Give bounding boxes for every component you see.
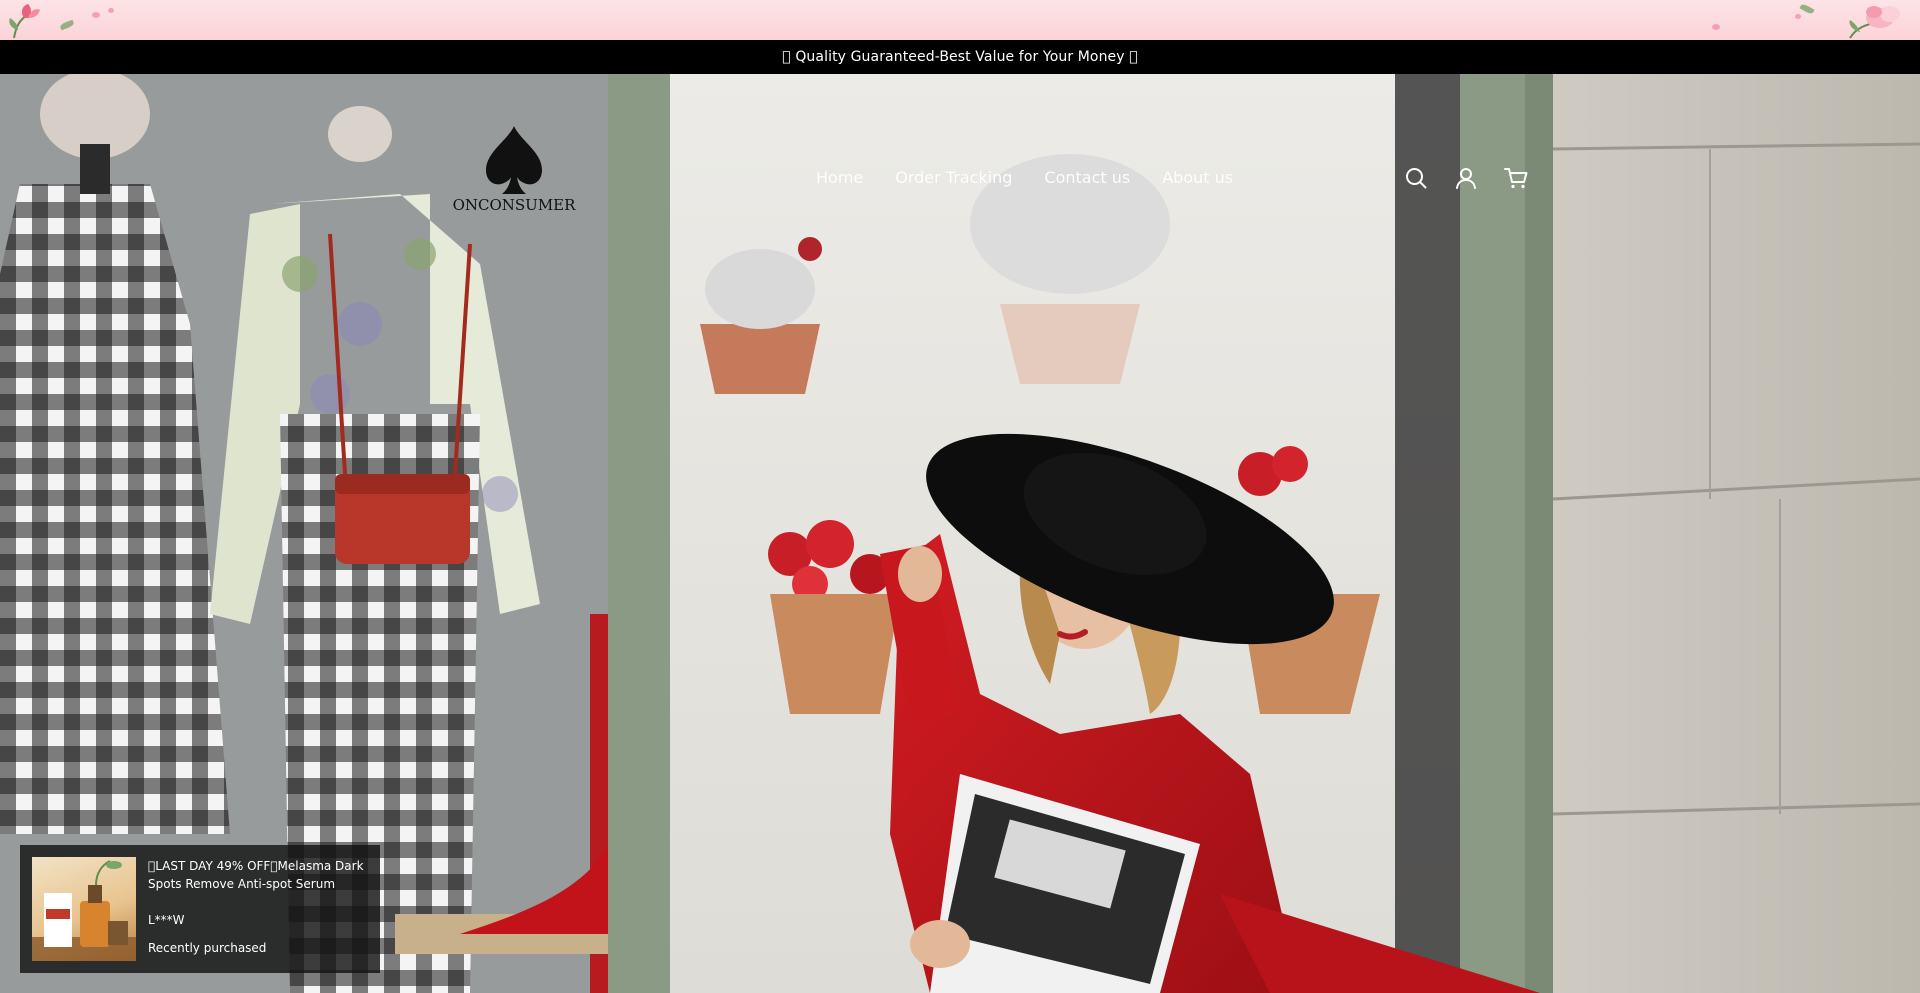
- serum-product-image: [32, 860, 136, 961]
- flower-bouquet-decoration-icon: [1849, 6, 1900, 39]
- announcement-bar:  Quality Guaranteed-Best Value for Your…: [0, 40, 1920, 74]
- announcement-text:  Quality Guaranteed-Best Value for Your…: [782, 49, 1137, 65]
- petal-decoration: [1795, 14, 1801, 19]
- nav-link-order-tracking[interactable]: Order Tracking: [879, 168, 1028, 187]
- floral-promo-strip: [0, 0, 1920, 40]
- header-icons: [1404, 166, 1528, 190]
- petal-decoration: [108, 8, 114, 13]
- spade-logo-icon: [486, 126, 542, 194]
- logo-link[interactable]: ONCONSUMER: [452, 124, 576, 220]
- nav-link-about-us[interactable]: About us: [1146, 168, 1249, 187]
- product-thumbnail[interactable]: [32, 857, 136, 961]
- petal-decoration: [1712, 24, 1720, 30]
- leaf-decoration: [1799, 2, 1815, 16]
- site-header: ONCONSUMER Home Order Tracking Contact u…: [0, 74, 1920, 224]
- popup-buyer-name: L***W: [148, 913, 185, 927]
- search-icon[interactable]: [1404, 166, 1428, 190]
- logo-text: ONCONSUMER: [452, 196, 576, 214]
- recent-purchase-popup[interactable]: LAST DAY 49% OFFMelasma Dark Spots Rem…: [20, 845, 380, 973]
- nav-link-home[interactable]: Home: [800, 168, 879, 187]
- main-nav: Home Order Tracking Contact us About us: [800, 168, 1249, 187]
- tulip-decoration-icon: [9, 4, 40, 39]
- nav-link-contact-us[interactable]: Contact us: [1028, 168, 1146, 187]
- popup-status-text: Recently purchased: [148, 941, 267, 955]
- petal-decoration: [92, 12, 100, 18]
- cart-icon[interactable]: [1504, 166, 1528, 190]
- popup-product-title[interactable]: LAST DAY 49% OFFMelasma Dark Spots Rem…: [148, 857, 368, 893]
- leaf-decoration: [59, 19, 75, 31]
- popup-body: LAST DAY 49% OFFMelasma Dark Spots Rem…: [148, 857, 368, 961]
- account-icon[interactable]: [1454, 166, 1478, 190]
- page:  Quality Guaranteed-Best Value for Your…: [0, 0, 1920, 993]
